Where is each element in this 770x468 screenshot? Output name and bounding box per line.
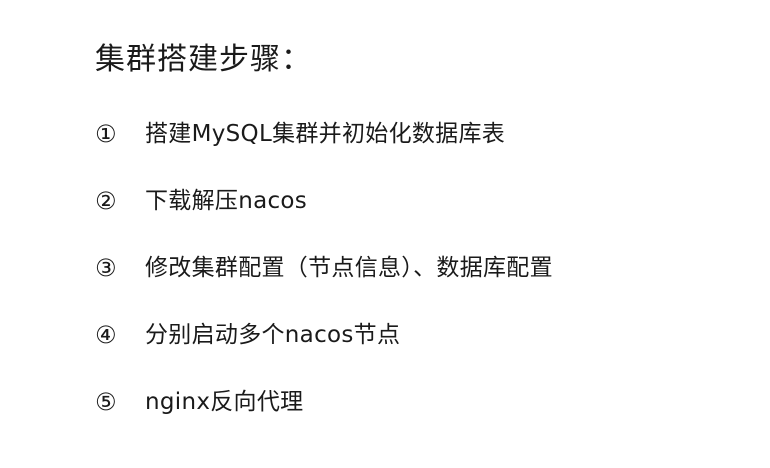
step-number: ④ [95,321,117,349]
slide-title: 集群搭建步骤： [95,42,312,77]
step-item: ② 下载解压nacos [95,179,553,223]
step-number: ⑤ [95,388,117,416]
steps-list: ① 搭建MySQL集群并初始化数据库表 ② 下载解压nacos ③ 修改集群配置… [95,112,553,447]
step-text: 搭建MySQL集群并初始化数据库表 [145,121,506,147]
step-number: ① [95,120,117,148]
step-text: nginx反向代理 [145,389,304,415]
step-number: ② [95,187,117,215]
step-item: ⑤ nginx反向代理 [95,380,553,424]
step-item: ③ 修改集群配置（节点信息）、数据库配置 [95,246,553,290]
step-item: ① 搭建MySQL集群并初始化数据库表 [95,112,553,156]
step-text: 下载解压nacos [145,188,308,214]
step-text: 分别启动多个nacos节点 [145,322,401,348]
step-number: ③ [95,254,117,282]
step-item: ④ 分别启动多个nacos节点 [95,313,553,357]
slide: 集群搭建步骤： ① 搭建MySQL集群并初始化数据库表 ② 下载解压nacos … [0,0,770,468]
step-text: 修改集群配置（节点信息）、数据库配置 [145,255,553,281]
